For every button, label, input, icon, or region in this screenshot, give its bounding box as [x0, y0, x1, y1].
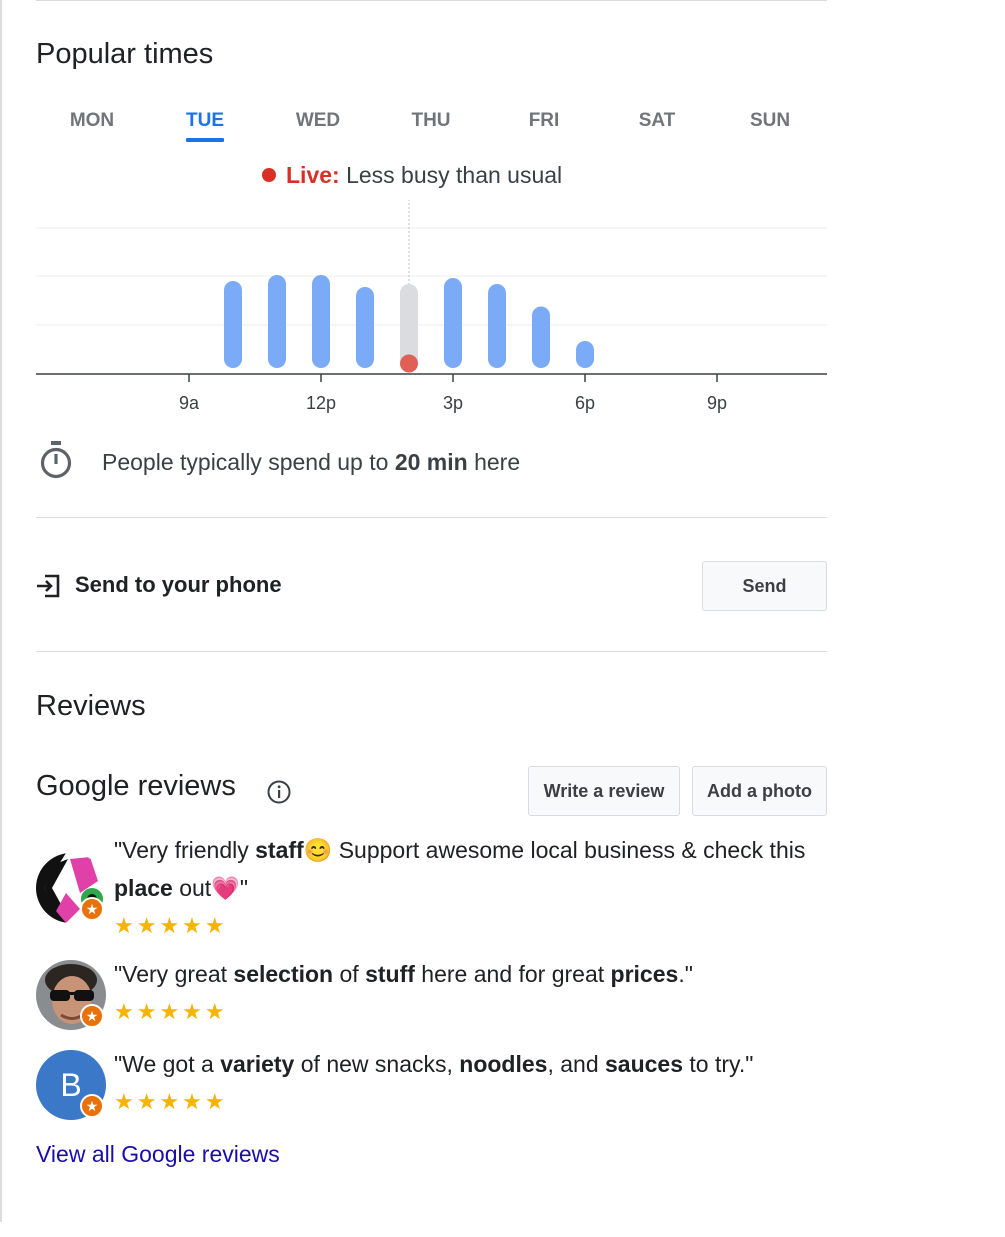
send-to-phone-icon — [37, 574, 60, 598]
tab-sat[interactable]: SAT — [607, 110, 707, 132]
chart-bar — [312, 275, 330, 368]
review-text: "Very friendly staff😊 Support awesome lo… — [114, 831, 814, 907]
add-photo-button[interactable]: Add a photo — [692, 766, 827, 816]
star-rating: ★★★★★ — [114, 999, 228, 1024]
write-review-button[interactable]: Write a review — [528, 766, 680, 816]
star-rating: ★★★★★ — [114, 913, 228, 938]
review-item: ★ "Very great selection of stuff here an… — [36, 955, 827, 1035]
review-text-part: "Very great — [114, 961, 234, 987]
chart-bar — [356, 287, 374, 368]
tab-tue[interactable]: TUE — [155, 110, 255, 142]
left-border — [0, 0, 2, 1222]
reviewer-avatar[interactable]: B ★ — [36, 1050, 106, 1120]
reviews-heading: Reviews — [36, 690, 146, 722]
review-text: "We got a variety of new snacks, noodles… — [114, 1045, 814, 1083]
review-text-part: "We got a — [114, 1051, 221, 1077]
review-text-part: of — [333, 961, 366, 987]
top-divider — [36, 0, 827, 1]
tab-thu[interactable]: THU — [381, 110, 481, 132]
send-button[interactable]: Send — [702, 561, 827, 611]
info-icon[interactable] — [266, 779, 292, 805]
review-text: "Very great selection of stuff here and … — [114, 955, 814, 993]
chart-x-tick-label: 12p — [306, 393, 336, 413]
chart-bar — [576, 341, 594, 368]
chart-live-marker — [400, 354, 418, 373]
review-item: B ★ "We got a variety of new snacks, noo… — [36, 1045, 827, 1125]
review-text-highlight: prices — [610, 961, 679, 987]
selected-tab-underline — [186, 138, 224, 142]
reviewer-avatar[interactable]: ★ — [36, 960, 106, 1030]
local-guide-badge-icon: ★ — [80, 1094, 104, 1118]
live-status: Live: Less busy than usual — [262, 162, 562, 189]
review-text-part: of new snacks, — [294, 1051, 460, 1077]
review-text-part: to try." — [683, 1051, 754, 1077]
popular-times-chart: 9a 12p 3p 6p 9p — [36, 200, 827, 413]
live-text: Less busy than usual — [346, 162, 563, 188]
chart-x-tick-label: 9a — [179, 393, 200, 413]
review-text-highlight: selection — [233, 961, 334, 987]
tab-sun[interactable]: SUN — [720, 110, 820, 132]
local-guide-badge-icon: ★ — [80, 897, 104, 921]
live-dot-icon — [262, 167, 276, 182]
chart-x-tick-label: 3p — [443, 393, 463, 413]
local-guide-badge-icon: ★ — [80, 1004, 104, 1028]
send-to-phone-row: Send to your phone Send — [36, 560, 827, 612]
review-text-highlight: sauces — [605, 1051, 684, 1077]
divider — [36, 517, 827, 518]
review-text-highlight: staff — [255, 837, 304, 863]
live-label: Live: — [286, 162, 340, 188]
reviewer-avatar[interactable]: ★ — [36, 853, 106, 923]
review-item: ★ "Very friendly staff😊 Support awesome … — [36, 831, 827, 941]
chart-bar — [268, 275, 286, 368]
tab-wed[interactable]: WED — [268, 110, 368, 132]
chart-bar — [488, 284, 506, 368]
view-all-reviews-link[interactable]: View all Google reviews — [36, 1141, 280, 1168]
review-text-part: out💗" — [172, 875, 248, 901]
review-text-part: ." — [678, 961, 693, 987]
star-rating: ★★★★★ — [114, 1089, 228, 1114]
review-text-part: 😊 Support awesome local business & check… — [303, 837, 806, 863]
divider — [36, 651, 827, 652]
review-text-part: "Very friendly — [114, 837, 256, 863]
review-text-highlight: variety — [220, 1051, 295, 1077]
popular-times-title: Popular times — [36, 38, 214, 70]
stopwatch-icon — [40, 441, 72, 479]
chart-x-tick-label: 9p — [707, 393, 727, 413]
send-to-phone-label: Send to your phone — [75, 572, 282, 597]
review-text-highlight: stuff — [365, 961, 415, 987]
review-text-part: , and — [547, 1051, 605, 1077]
chart-bar — [532, 306, 550, 368]
google-reviews-heading: Google reviews — [36, 770, 236, 802]
review-text-highlight: place — [114, 875, 173, 901]
tab-mon[interactable]: MON — [42, 110, 142, 132]
review-text-part: here and for great — [414, 961, 611, 987]
tab-fri[interactable]: FRI — [494, 110, 594, 132]
chart-bar — [444, 278, 462, 368]
chart-x-tick-label: 6p — [575, 393, 595, 413]
review-text-highlight: noodles — [459, 1051, 548, 1077]
day-tabs: MON TUE WED THU FRI SAT SUN — [36, 110, 827, 150]
time-spent-text: People typically spend up to 20 min here — [102, 449, 521, 475]
chart-bar — [224, 281, 242, 368]
time-spent-row: People typically spend up to 20 min here — [36, 440, 827, 486]
